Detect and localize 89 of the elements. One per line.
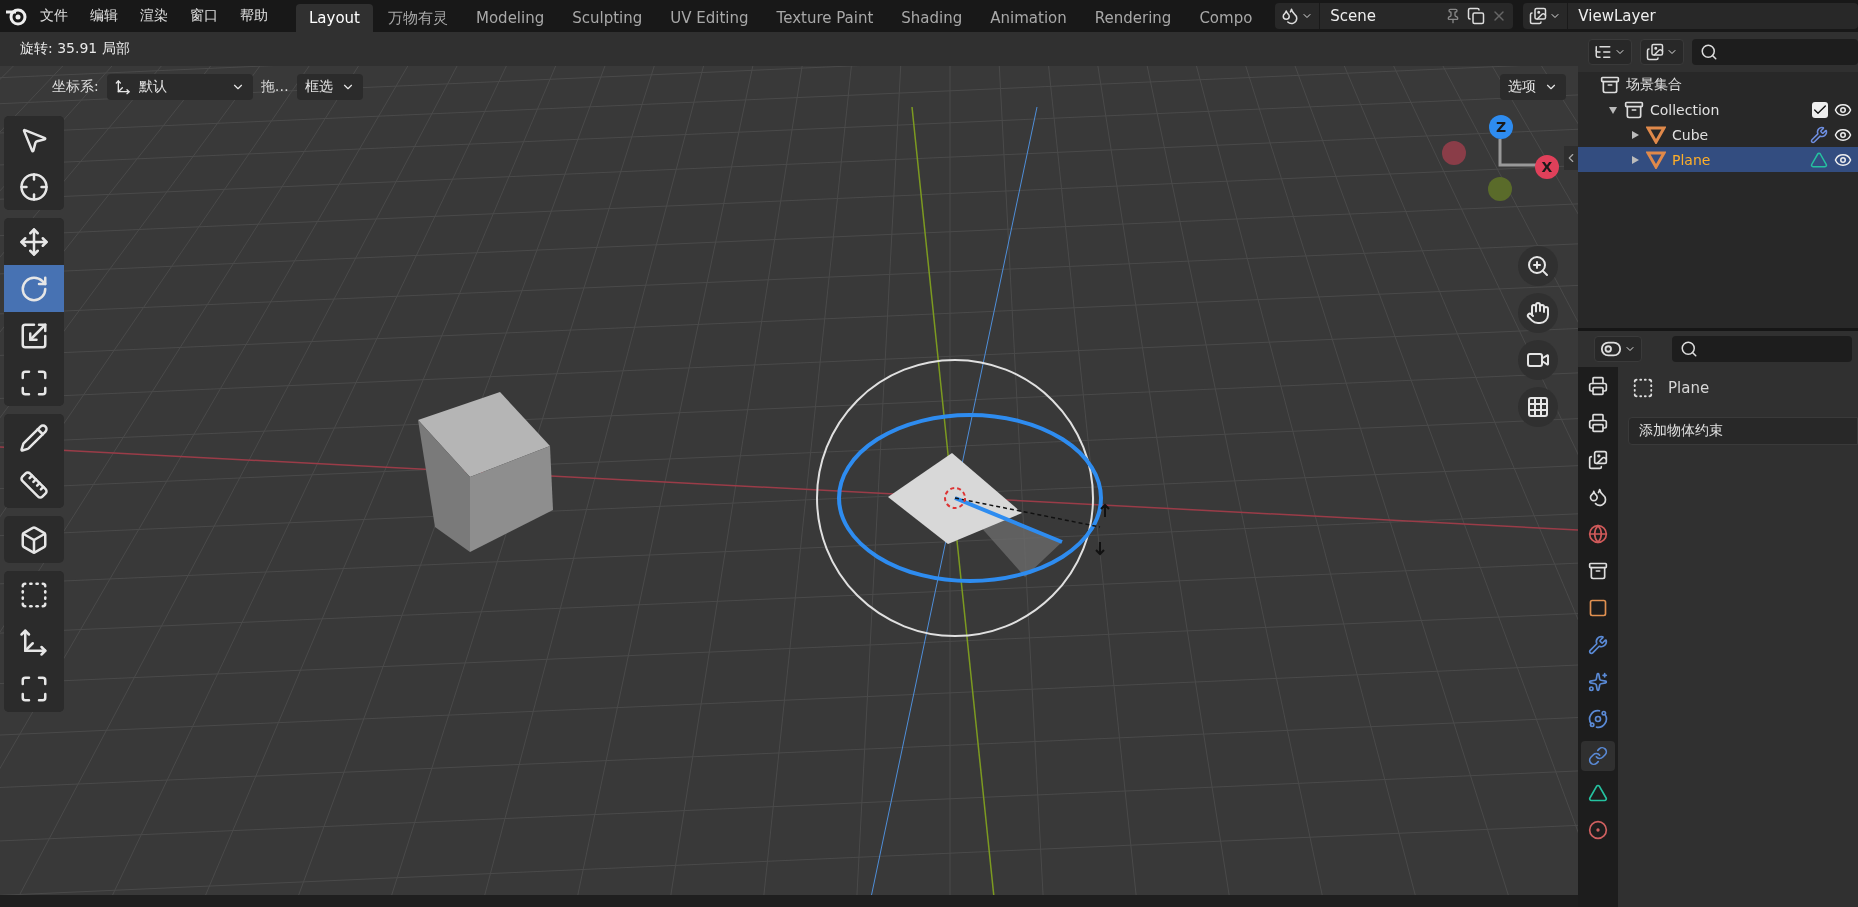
editor-type-dropdown[interactable] (1594, 336, 1642, 362)
object-icon (1588, 598, 1608, 618)
outliner-root-name: 场景集合 (1626, 75, 1682, 94)
view-layer-icon (1588, 450, 1608, 470)
checkbox-checked-icon[interactable] (1812, 101, 1828, 118)
axis-ball[interactable]: Z (1489, 115, 1513, 139)
zoom-icon (1526, 254, 1550, 278)
add-cube-icon (19, 524, 49, 555)
constraints-icon (1588, 746, 1608, 766)
particles-icon (1588, 672, 1608, 692)
mesh-triangle-icon (1810, 150, 1828, 169)
3d-viewport[interactable]: 旋转: 35.91 局部 坐标系: 默认 拖… 框选 选项 Z X (0, 32, 1578, 907)
material-icon (1588, 820, 1608, 840)
collection-icon (1588, 561, 1608, 581)
workspace-tab[interactable]: Layout (296, 4, 373, 32)
menu-item[interactable]: 帮助 (230, 7, 278, 25)
scene-name[interactable]: Scene (1320, 7, 1387, 25)
rotate-tool-button[interactable] (4, 265, 64, 312)
drag-dropdown[interactable]: 框选 (296, 74, 363, 100)
copy-icon[interactable] (1467, 7, 1486, 25)
search-icon (1700, 43, 1718, 61)
right-triangle-icon[interactable] (1630, 129, 1640, 140)
workspace-tab[interactable]: Compo (1186, 4, 1266, 32)
search-field[interactable] (1672, 336, 1852, 362)
grid-icon (1526, 395, 1550, 419)
add-constraint-button[interactable]: 添加物体约束 (1628, 417, 1858, 445)
modifiers-icon (1588, 635, 1608, 655)
scene-collection-icon (1600, 74, 1620, 95)
scale-icon (19, 320, 49, 351)
perspective-button[interactable] (1518, 387, 1558, 427)
object-triangle-icon (1646, 150, 1666, 169)
down-triangle-icon[interactable] (1608, 104, 1618, 115)
select-move-icon (19, 626, 49, 657)
scene-icon (1588, 487, 1608, 507)
hand-icon (1526, 301, 1550, 325)
move-icon (19, 226, 49, 257)
workspace-tab[interactable]: Rendering (1081, 4, 1185, 32)
scene-icon[interactable] (1281, 7, 1300, 25)
menu-item[interactable]: 文件 (30, 7, 78, 25)
menu-item[interactable]: 编辑 (80, 7, 128, 25)
object-name: Plane (1668, 379, 1710, 397)
outliner-item-name: Plane (1672, 151, 1711, 168)
orientation-label: 坐标系: (52, 78, 99, 96)
render-icon (1588, 376, 1608, 396)
annotate-icon (19, 422, 49, 453)
data-icon (1588, 783, 1608, 803)
zoom-button[interactable] (1518, 246, 1558, 286)
workspace-tab[interactable]: Shading (888, 4, 976, 32)
tree-icon (1594, 43, 1612, 61)
object-triangle-icon (1646, 125, 1666, 144)
constraints-tab[interactable] (1581, 741, 1615, 771)
object-icon (1632, 377, 1654, 399)
search-icon (1680, 340, 1698, 358)
workspace-tab[interactable]: Sculpting (559, 4, 656, 32)
filter-dropdown[interactable] (1640, 39, 1684, 65)
orientation-dropdown[interactable]: 默认 (106, 74, 253, 100)
workspace-tab[interactable]: Animation (977, 4, 1080, 32)
pan-button[interactable] (1518, 293, 1558, 333)
world-icon (1588, 524, 1608, 544)
logo-icon[interactable] (4, 6, 28, 26)
measure-icon (19, 469, 49, 500)
collapse-tab[interactable] (1564, 146, 1578, 170)
search-field[interactable] (1692, 39, 1858, 65)
menu-item[interactable]: 渲染 (130, 7, 178, 25)
layers-icon (1646, 43, 1664, 61)
drag-label: 拖… (260, 78, 289, 96)
right-triangle-icon[interactable] (1630, 154, 1640, 165)
options-dropdown[interactable]: 选项 (1500, 74, 1566, 100)
outliner-item-name: Collection (1650, 101, 1720, 118)
workspace-tab[interactable]: UV Editing (657, 4, 762, 32)
outliner-row[interactable]: Cube (1578, 122, 1858, 147)
output-icon (1588, 413, 1608, 433)
camera-button[interactable] (1518, 340, 1558, 380)
wrench-icon (1810, 125, 1828, 144)
menu-item[interactable]: 窗口 (180, 7, 228, 25)
display-mode-dropdown[interactable] (1588, 39, 1632, 65)
outliner-row[interactable]: Plane (1578, 147, 1858, 172)
operator-status: 旋转: 35.91 局部 (20, 40, 130, 58)
axis-ball[interactable]: X (1535, 155, 1559, 179)
outliner-row[interactable]: Collection (1578, 97, 1858, 122)
physics-icon (1588, 709, 1608, 729)
layers-icon[interactable] (1529, 7, 1548, 25)
collection-icon (1624, 99, 1644, 120)
workspace-tab[interactable]: 万物有灵 (375, 4, 461, 32)
outliner-item-name: Cube (1672, 126, 1709, 143)
cursor-icon (19, 171, 49, 202)
axes-icon (114, 79, 131, 95)
workspace-tab[interactable]: Modeling (463, 4, 558, 32)
workspace-tab[interactable]: Texture Paint (763, 4, 887, 32)
